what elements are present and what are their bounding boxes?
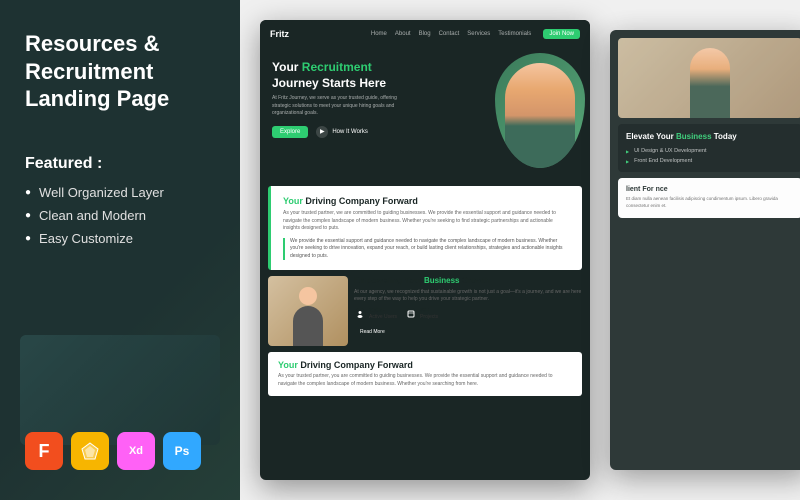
hero-subtext: At Fritz Journey, we serve as your trust… [272,95,402,118]
feature-list: Well Organized Layer Clean and Modern Ea… [25,185,215,246]
nav-link-about: About [395,31,411,37]
nav-link-blog: Blog [419,31,431,37]
section1-body: As your trusted partner, we are committe… [283,210,570,233]
stat-users-text: 250k+ Active Users [369,308,397,320]
secondary-list: UI Design & UX Development Front End Dev… [626,148,794,164]
secondary-top-image [618,38,800,118]
stats-row: 250k+ Active Users 80+ Projects [354,308,582,320]
section1-quote: We provide the essential support and gui… [283,238,570,261]
feature-item-3: Easy Customize [25,231,215,246]
empowering-image [268,276,348,346]
preview-navbar: Fritz Home About Blog Contact Services T… [260,20,590,48]
users-icon [354,308,366,320]
preview-section1: Your Driving Company Forward As your tru… [268,186,582,270]
secondary-dark-card: Elevate Your Business Today UI Design & … [618,124,800,172]
empowering-heading: Empowering Your Business Growth [354,276,582,286]
hero-buttons: Explore ▶ How It Works [272,126,578,138]
section2-body: As your trusted partner, you are committ… [278,373,572,388]
play-icon: ▶ [316,126,328,138]
feature-item-1: Well Organized Layer [25,185,215,200]
explore-button[interactable]: Explore [272,126,308,138]
secondary-light-card: lient For nce Et diam nulla aenean facil… [618,178,800,218]
ps-icon: Ps [163,432,201,470]
nav-link-testimonials: Testimonials [498,31,531,37]
left-panel: Resources & Recruitment Landing Page Fea… [0,0,240,500]
featured-label: Featured : [25,155,215,173]
hero-text: Your Recruitment Journey Starts Here At … [272,60,578,138]
how-it-works-button[interactable]: ▶ How It Works [316,126,368,138]
sketch-icon [71,432,109,470]
preview-secondary-card: Elevate Your Business Today UI Design & … [610,30,800,470]
nav-link-home: Home [371,31,387,37]
right-panel: Fritz Home About Blog Contact Services T… [240,0,800,500]
nav-link-services: Services [467,31,490,37]
stat-users: 250k+ Active Users [354,308,397,320]
empowering-text: Empowering Your Business Growth At our a… [354,276,582,346]
page-title: Resources & Recruitment Landing Page [25,30,215,113]
nav-cta-button[interactable]: Join Now [543,29,580,39]
feature-item-2: Clean and Modern [25,208,215,223]
hero-headline: Your Recruitment Journey Starts Here [272,60,422,91]
stat-projects-text: 80+ Projects [420,308,438,320]
secondary-dark-heading: Elevate Your Business Today [626,132,794,142]
read-more-button[interactable]: Read More [354,327,391,337]
preview-nav-links: Home About Blog Contact Services Testimo… [371,31,531,37]
xd-icon: Xd [117,432,155,470]
preview-hero: Your Recruitment Journey Starts Here At … [260,48,590,178]
secondary-inner: Elevate Your Business Today UI Design & … [610,30,800,232]
projects-icon [405,308,417,320]
light-card-heading: lient For nce [626,186,794,193]
section1-heading: Your Driving Company Forward [283,196,570,206]
section2-heading: Your Driving Company Forward [278,360,572,370]
preview-brand: Fritz [270,29,289,39]
light-card-body: Et diam nulla aenean facilisis adipiscin… [626,196,794,210]
secondary-list-item-2: Front End Development [626,158,794,164]
nav-link-contact: Contact [439,31,460,37]
empowering-section: Empowering Your Business Growth At our a… [260,276,590,346]
secondary-list-item-1: UI Design & UX Development [626,148,794,154]
stat-projects: 80+ Projects [405,308,438,320]
tool-icons: F Xd Ps [25,432,215,470]
figma-icon: F [25,432,63,470]
preview-section2: Your Driving Company Forward As your tru… [268,352,582,396]
preview-main-card: Fritz Home About Blog Contact Services T… [260,20,590,480]
empowering-body: At our agency, we recognized that sustai… [354,289,582,303]
